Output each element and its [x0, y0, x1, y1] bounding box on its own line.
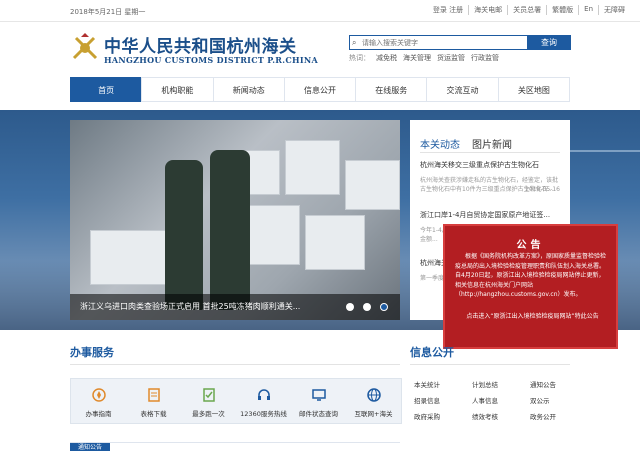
site-title-en: HANGZHOU CUSTOMS DISTRICT P.R.CHINA — [104, 55, 319, 65]
announcement-popup[interactable]: 公告 根据《国务院机构改革方案》，原国家质量监督检验检疫总局的出入境检验检疫管理… — [443, 224, 618, 349]
service-mail-status[interactable]: 邮件状态查询 — [291, 379, 346, 423]
document-icon — [147, 388, 160, 402]
service-guide[interactable]: 办事指南 — [71, 379, 126, 423]
info-link[interactable]: 政务公开 — [530, 411, 584, 421]
service-label: 12360服务热线 — [240, 410, 287, 418]
traditional-chinese-link[interactable]: 繁體版 — [546, 5, 578, 15]
hot-word[interactable]: 货运监管 — [437, 53, 465, 63]
info-link[interactable]: 双公示 — [530, 395, 584, 405]
slider-dot[interactable] — [363, 303, 371, 311]
cargo-box — [305, 215, 365, 270]
info-link[interactable]: 计划总结 — [472, 379, 530, 389]
service-label: 邮件状态查询 — [299, 410, 338, 418]
customs-email-link[interactable]: 海关电邮 — [468, 5, 507, 15]
nav-district-map[interactable]: 关区地图 — [497, 77, 570, 102]
accessibility-link[interactable]: 无障碍 — [598, 5, 630, 15]
cargo-box — [285, 140, 340, 195]
slider-dot-active[interactable] — [380, 303, 388, 311]
nav-online-service[interactable]: 在线服务 — [355, 77, 427, 102]
nav-organization[interactable]: 机构职能 — [141, 77, 213, 102]
checklist-icon — [202, 388, 215, 402]
slide-caption[interactable]: 浙江义乌进口肉类查验场正式启用 首批25吨冻猪肉顺利通关... — [80, 301, 335, 312]
announcement-body: 根据《国务院机构改革方案》，原国家质量监督检验检疫总局的出入境检验检疫管理职责和… — [455, 253, 607, 298]
search-box: ⌕ 查询 — [349, 35, 571, 50]
info-links: 本关统计 计划总结 通知公告 招录信息 人事信息 双公示 政府采购 绩效考核 政… — [414, 379, 584, 421]
globe-icon — [366, 388, 381, 402]
main-nav: 首页 机构职能 新闻动态 信息公开 在线服务 交流互动 关区地图 — [70, 77, 570, 102]
customs-hq-link[interactable]: 关员总署 — [507, 5, 546, 15]
service-label: 最多跑一次 — [192, 410, 225, 418]
info-link[interactable]: 本关统计 — [414, 379, 472, 389]
news-title[interactable]: 杭州海关移交三级重点保护古生物化石 — [420, 160, 565, 170]
service-one-visit[interactable]: 最多跑一次 — [181, 379, 236, 423]
tab-local-news[interactable]: 本关动态 — [420, 136, 460, 151]
search-input[interactable] — [353, 37, 523, 48]
nav-home[interactable]: 首页 — [70, 77, 142, 102]
headset-icon — [257, 389, 270, 400]
service-label: 办事指南 — [85, 410, 112, 418]
top-bar: 2018年5月21日 星期一 登录 注册 海关电邮 关员总署 繁體版 En 无障… — [0, 0, 640, 22]
news-tabs: 本关动态 图片新闻 — [420, 136, 512, 151]
customs-officer — [210, 150, 250, 310]
slider-dot[interactable] — [346, 303, 354, 311]
info-link[interactable]: 绩效考核 — [472, 411, 530, 421]
services-divider — [70, 364, 400, 365]
info-disclosure-heading: 信息公开 — [410, 346, 454, 359]
cargo-box — [345, 160, 400, 210]
monitor-icon — [311, 389, 326, 401]
nav-news[interactable]: 新闻动态 — [212, 77, 284, 102]
nav-interaction[interactable]: 交流互动 — [426, 77, 498, 102]
services-bar: 办事指南 表格下载 最多跑一次 12360服务热线 邮件状态查询 互联网+海关 — [70, 378, 402, 424]
info-link[interactable]: 人事信息 — [472, 395, 530, 405]
cargo-box — [90, 230, 170, 285]
english-link[interactable]: En — [578, 5, 598, 15]
announcement-heading: 公告 — [516, 240, 545, 251]
nav-info-disclosure[interactable]: 信息公开 — [283, 77, 356, 102]
customs-officer — [165, 160, 203, 310]
news-date: 2018-05-16 — [525, 186, 560, 193]
services-heading: 办事服务 — [70, 346, 114, 359]
service-internet-customs[interactable]: 互联网+海关 — [346, 379, 401, 423]
search-button[interactable]: 查询 — [527, 35, 571, 50]
slider-dots — [346, 303, 388, 311]
hot-words: 热词： 减免税 海关管理 货运监管 行政监管 — [349, 53, 499, 63]
info-link[interactable]: 招录信息 — [414, 395, 472, 405]
notice-tab-bar: 通知公告 — [70, 442, 400, 451]
tab-photo-news[interactable]: 图片新闻 — [472, 136, 512, 151]
info-link[interactable]: 通知公告 — [530, 379, 584, 389]
announcement-link[interactable]: 点击进入“原浙江出入境检验检疫局网站”特此公告 — [455, 312, 610, 322]
site-title-cn[interactable]: 中华人民共和国杭州海关 — [104, 32, 297, 57]
service-label: 表格下载 — [140, 410, 167, 418]
tab-divider — [420, 152, 560, 153]
hot-word[interactable]: 海关管理 — [403, 53, 431, 63]
site-header: 中华人民共和国杭州海关 HANGZHOU CUSTOMS DISTRICT P.… — [0, 22, 640, 77]
service-forms[interactable]: 表格下载 — [126, 379, 181, 423]
info-link[interactable]: 政府采购 — [414, 411, 472, 421]
photo-slider[interactable]: 浙江义乌进口肉类查验场正式启用 首批25吨冻猪肉顺利通关... — [70, 120, 400, 320]
news-title[interactable]: 浙江口岸1-4月自贸协定国家原产地证签... — [420, 210, 565, 220]
service-label: 互联网+海关 — [354, 410, 393, 418]
login-register-link[interactable]: 登录 注册 — [428, 5, 468, 15]
customs-emblem-icon — [72, 33, 98, 60]
hot-word[interactable]: 减免税 — [376, 53, 397, 63]
compass-icon — [91, 388, 106, 402]
current-date: 2018年5月21日 星期一 — [70, 8, 146, 16]
info-divider — [410, 364, 570, 365]
service-hotline[interactable]: 12360服务热线 — [236, 379, 291, 423]
top-links: 登录 注册 海关电邮 关员总署 繁體版 En 无障碍 — [428, 5, 630, 15]
hot-words-label: 热词： — [349, 54, 370, 62]
hot-word[interactable]: 行政监管 — [471, 53, 499, 63]
